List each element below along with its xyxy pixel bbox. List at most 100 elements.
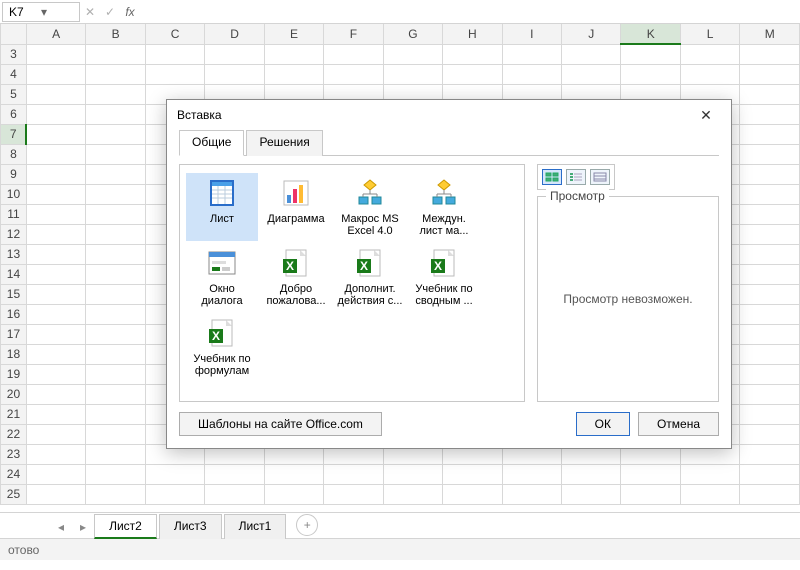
- column-header[interactable]: M: [740, 24, 800, 44]
- cell[interactable]: [86, 244, 145, 264]
- cell[interactable]: [86, 44, 145, 64]
- add-sheet-button[interactable]: +: [296, 514, 318, 536]
- column-header[interactable]: A: [26, 24, 85, 44]
- row-header[interactable]: 6: [1, 104, 27, 124]
- template-dlg[interactable]: Окно диалога Exc...: [186, 243, 258, 311]
- cell[interactable]: [740, 164, 800, 184]
- cell[interactable]: [621, 484, 680, 504]
- column-header[interactable]: I: [502, 24, 561, 44]
- cell[interactable]: [680, 64, 739, 84]
- cell[interactable]: [502, 44, 561, 64]
- cell[interactable]: [740, 264, 800, 284]
- cancel-button[interactable]: Отмена: [638, 412, 719, 436]
- column-header[interactable]: F: [324, 24, 383, 44]
- cell[interactable]: [86, 284, 145, 304]
- office-templates-button[interactable]: Шаблоны на сайте Office.com: [179, 412, 382, 436]
- cell[interactable]: [26, 464, 85, 484]
- cell[interactable]: [86, 64, 145, 84]
- row-header[interactable]: 20: [1, 384, 27, 404]
- cell[interactable]: [740, 104, 800, 124]
- cell[interactable]: [502, 484, 561, 504]
- row-header[interactable]: 4: [1, 64, 27, 84]
- cell[interactable]: [26, 424, 85, 444]
- ok-button[interactable]: ОК: [576, 412, 630, 436]
- cell[interactable]: [324, 44, 383, 64]
- cell[interactable]: [740, 244, 800, 264]
- cell[interactable]: [443, 484, 502, 504]
- template-intl[interactable]: Междун. лист ма...: [408, 173, 480, 241]
- cell[interactable]: [86, 104, 145, 124]
- template-pivot[interactable]: X Учебник по сводным ...: [408, 243, 480, 311]
- cell[interactable]: [502, 64, 561, 84]
- cell[interactable]: [26, 324, 85, 344]
- row-header[interactable]: 19: [1, 364, 27, 384]
- template-macro[interactable]: Макрос MS Excel 4.0: [334, 173, 406, 241]
- cell[interactable]: [86, 264, 145, 284]
- dialog-tab-1[interactable]: Решения: [246, 130, 322, 156]
- cell[interactable]: [740, 404, 800, 424]
- cell[interactable]: [26, 404, 85, 424]
- cell[interactable]: [443, 464, 502, 484]
- cell[interactable]: [205, 464, 264, 484]
- row-header[interactable]: 17: [1, 324, 27, 344]
- cell[interactable]: [621, 64, 680, 84]
- cell[interactable]: [383, 44, 442, 64]
- cell[interactable]: [443, 64, 502, 84]
- close-icon[interactable]: ✕: [691, 100, 721, 130]
- cell[interactable]: [324, 464, 383, 484]
- cell[interactable]: [86, 144, 145, 164]
- cell[interactable]: [264, 484, 323, 504]
- cell[interactable]: [86, 304, 145, 324]
- cell[interactable]: [324, 484, 383, 504]
- cell[interactable]: [26, 304, 85, 324]
- cell[interactable]: [86, 204, 145, 224]
- cell[interactable]: [26, 104, 85, 124]
- cell[interactable]: [26, 264, 85, 284]
- cell[interactable]: [562, 44, 621, 64]
- cell[interactable]: [621, 44, 680, 64]
- cell[interactable]: [26, 484, 85, 504]
- column-header[interactable]: H: [443, 24, 502, 44]
- cell[interactable]: [86, 84, 145, 104]
- cell[interactable]: [26, 204, 85, 224]
- view-details-icon[interactable]: [590, 169, 610, 185]
- cell[interactable]: [740, 464, 800, 484]
- cell[interactable]: [145, 44, 204, 64]
- cell[interactable]: [86, 384, 145, 404]
- cell[interactable]: [86, 464, 145, 484]
- column-header[interactable]: B: [86, 24, 145, 44]
- cell[interactable]: [740, 184, 800, 204]
- cell[interactable]: [740, 324, 800, 344]
- sheet-tab-1[interactable]: Лист3: [159, 514, 222, 539]
- cell[interactable]: [26, 224, 85, 244]
- cell[interactable]: [562, 64, 621, 84]
- cell[interactable]: [86, 404, 145, 424]
- row-header[interactable]: 15: [1, 284, 27, 304]
- cell[interactable]: [740, 364, 800, 384]
- cell[interactable]: [324, 64, 383, 84]
- row-header[interactable]: 22: [1, 424, 27, 444]
- row-header[interactable]: 12: [1, 224, 27, 244]
- row-header[interactable]: 9: [1, 164, 27, 184]
- row-header[interactable]: 3: [1, 44, 27, 64]
- template-formulas[interactable]: X Учебник по формулам: [186, 313, 258, 381]
- cell[interactable]: [145, 464, 204, 484]
- row-header[interactable]: 7: [1, 124, 27, 144]
- cell[interactable]: [740, 384, 800, 404]
- cell[interactable]: [26, 124, 85, 144]
- sheet-tab-2[interactable]: Лист1: [224, 514, 287, 539]
- dialog-tab-0[interactable]: Общие: [179, 130, 244, 156]
- cell[interactable]: [145, 64, 204, 84]
- template-sheet[interactable]: Лист: [186, 173, 258, 241]
- template-addon[interactable]: X Дополнит. действия с...: [334, 243, 406, 311]
- cell[interactable]: [383, 484, 442, 504]
- cell[interactable]: [205, 64, 264, 84]
- row-header[interactable]: 24: [1, 464, 27, 484]
- cell[interactable]: [26, 84, 85, 104]
- cell[interactable]: [26, 164, 85, 184]
- row-header[interactable]: 25: [1, 484, 27, 504]
- cell[interactable]: [383, 64, 442, 84]
- cell[interactable]: [86, 224, 145, 244]
- row-header[interactable]: 13: [1, 244, 27, 264]
- view-large-icons-icon[interactable]: [542, 169, 562, 185]
